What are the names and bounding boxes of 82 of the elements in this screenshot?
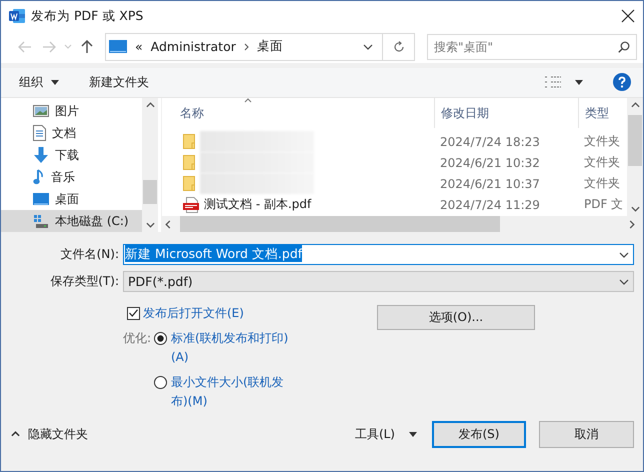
chevron-right-icon bbox=[244, 42, 249, 51]
dropdown-chevron-icon[interactable] bbox=[64, 44, 72, 50]
horizontal-scrollbar[interactable] bbox=[162, 216, 643, 232]
chevron-down-icon bbox=[619, 252, 629, 258]
save-type-dropdown[interactable]: PDF(*.pdf) bbox=[123, 271, 634, 292]
checkmark-icon bbox=[129, 309, 138, 317]
view-list-icon[interactable] bbox=[545, 76, 561, 88]
drive-icon bbox=[33, 214, 49, 228]
field-label: 保存类型(T): bbox=[49, 273, 120, 290]
chevron-down-icon bbox=[630, 206, 640, 212]
scrollbar[interactable] bbox=[142, 98, 158, 232]
sidebar-item[interactable]: 本地磁盘 (C:) bbox=[1, 210, 142, 232]
scrollbar-thumb[interactable] bbox=[143, 180, 157, 204]
column-header[interactable]: 类型 bbox=[578, 98, 609, 128]
music-note-icon bbox=[33, 169, 45, 185]
chevron-down-icon bbox=[619, 278, 629, 284]
close-icon[interactable] bbox=[621, 9, 635, 24]
breadcrumb-item[interactable]: 桌面 bbox=[256, 38, 283, 56]
search-field[interactable]: 搜索"桌面" bbox=[427, 34, 637, 60]
refresh-icon bbox=[392, 40, 404, 53]
address-bar[interactable]: « Administrator 桌面 bbox=[105, 32, 383, 61]
sidebar-item[interactable]: 文档 bbox=[1, 122, 142, 144]
column-header[interactable]: 名称 bbox=[179, 104, 434, 122]
table-cell-text: 2024/6/21 10:37 bbox=[440, 176, 541, 190]
file-name[interactable]: 测试文档 - 副本.pdf bbox=[204, 196, 312, 213]
chevron-down-icon bbox=[363, 44, 373, 50]
scrollbar-thumb[interactable] bbox=[180, 216, 500, 232]
chevron-up-icon bbox=[11, 431, 20, 437]
caret-icon bbox=[409, 432, 417, 436]
sidebar-item[interactable]: 音乐 bbox=[1, 166, 142, 188]
scrollbar[interactable] bbox=[627, 98, 643, 216]
open-after-checkbox[interactable]: 发布后打开文件(E) bbox=[127, 303, 377, 323]
folder-icon bbox=[183, 134, 195, 149]
up-arrow-icon[interactable] bbox=[81, 40, 93, 54]
file-name-field[interactable]: 新建 Microsoft Word 文档.pdf bbox=[123, 244, 634, 265]
new-folder-button[interactable]: 新建文件夹 bbox=[89, 74, 149, 91]
sidebar-item[interactable]: 下载 bbox=[1, 144, 142, 166]
chevron-left-icon bbox=[165, 220, 171, 228]
field-label: 文件名(N): bbox=[60, 246, 120, 263]
dialog-button[interactable]: 发布(S) bbox=[432, 420, 526, 448]
chevron-right-icon bbox=[629, 220, 635, 228]
chevron-down-icon bbox=[146, 222, 154, 228]
breadcrumb-overflow[interactable]: « bbox=[135, 39, 143, 54]
hide-folders-toggle[interactable]: 隐藏文件夹 bbox=[11, 426, 88, 442]
folder-icon bbox=[183, 155, 195, 170]
refresh-button[interactable] bbox=[383, 32, 415, 61]
forward-arrow-icon[interactable] bbox=[42, 40, 56, 53]
dialog-button[interactable]: 取消 bbox=[539, 420, 634, 448]
back-arrow-icon[interactable] bbox=[18, 40, 32, 53]
table-cell: 文件夹 bbox=[584, 154, 620, 171]
folder-icon bbox=[183, 176, 195, 191]
pdf-file-icon bbox=[183, 196, 199, 212]
caret-icon bbox=[575, 80, 583, 85]
help-icon[interactable] bbox=[613, 73, 631, 92]
table-cell-text: 2024/7/24 18:23 bbox=[440, 134, 541, 148]
monitor-icon bbox=[109, 40, 127, 54]
table-cell: PDF 文 bbox=[584, 196, 624, 213]
column-header[interactable]: 修改日期 bbox=[434, 98, 578, 128]
breadcrumb-item[interactable]: Administrator bbox=[150, 39, 236, 54]
table-cell-text: 2024/7/24 11:29 bbox=[440, 198, 541, 212]
table-cell: 文件夹 bbox=[584, 175, 620, 192]
radio-option[interactable]: 标准(联机发布和打印)(A) bbox=[154, 329, 291, 367]
table-cell: 文件夹 bbox=[584, 133, 620, 150]
app-icon bbox=[9, 8, 25, 24]
radio-option[interactable]: 最小文件大小(联机发布)(M) bbox=[154, 373, 291, 411]
sidebar-item[interactable]: 图片 bbox=[1, 100, 142, 122]
down-arrow-icon bbox=[33, 147, 49, 163]
search-icon bbox=[618, 40, 630, 53]
caret-icon bbox=[51, 80, 59, 85]
sidebar-item[interactable]: 桌面 bbox=[1, 188, 142, 210]
organize-menu[interactable]: 组织 bbox=[19, 74, 59, 91]
tools-menu[interactable]: 工具(L) bbox=[354, 426, 417, 442]
optimize-label: 优化: bbox=[122, 330, 152, 347]
window-title: 发布为 PDF 或 XPS bbox=[31, 8, 144, 25]
monitor-icon bbox=[33, 192, 49, 206]
chevron-up-icon bbox=[630, 102, 640, 108]
document-icon bbox=[33, 125, 46, 141]
picture-frame-icon bbox=[33, 104, 49, 118]
table-cell-text: 2024/6/21 10:32 bbox=[440, 156, 541, 170]
options-button[interactable]: 选项(O)... bbox=[377, 305, 535, 330]
chevron-up-icon bbox=[146, 102, 154, 108]
scrollbar-thumb[interactable] bbox=[628, 115, 642, 166]
